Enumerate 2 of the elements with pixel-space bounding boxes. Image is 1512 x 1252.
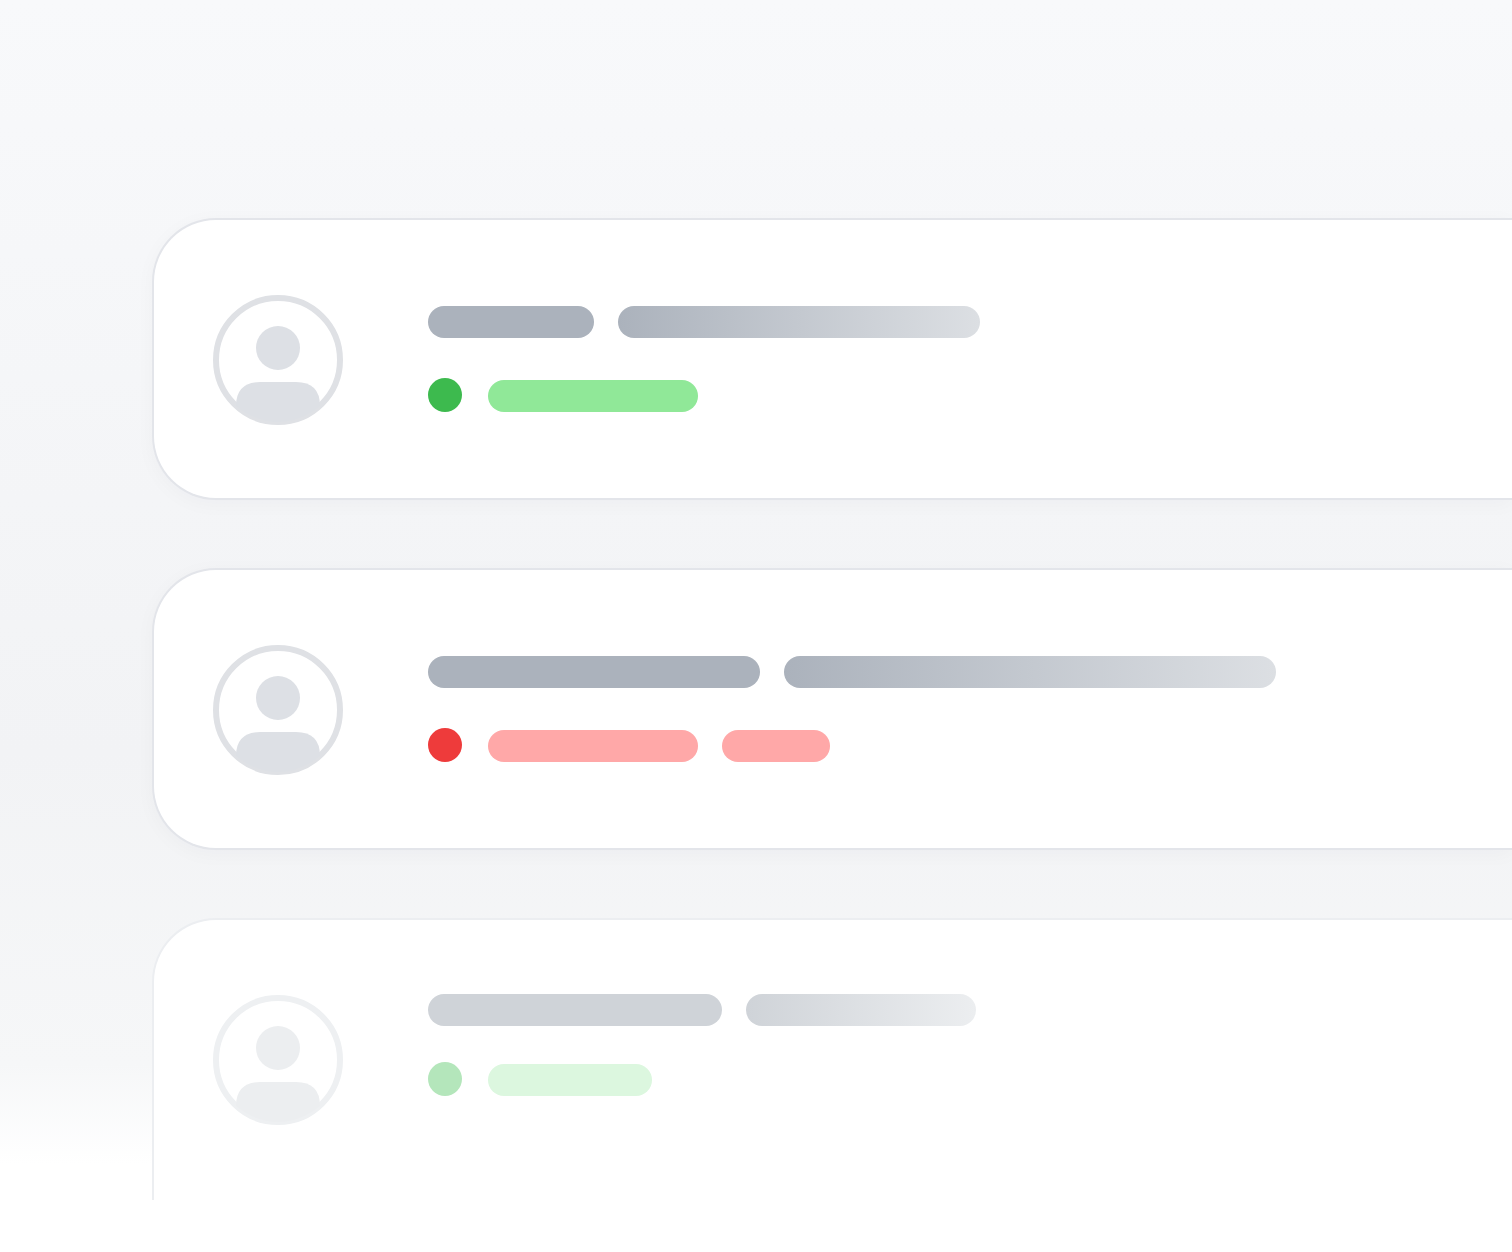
avatar-icon [212, 293, 344, 425]
avatar-icon [212, 643, 344, 775]
